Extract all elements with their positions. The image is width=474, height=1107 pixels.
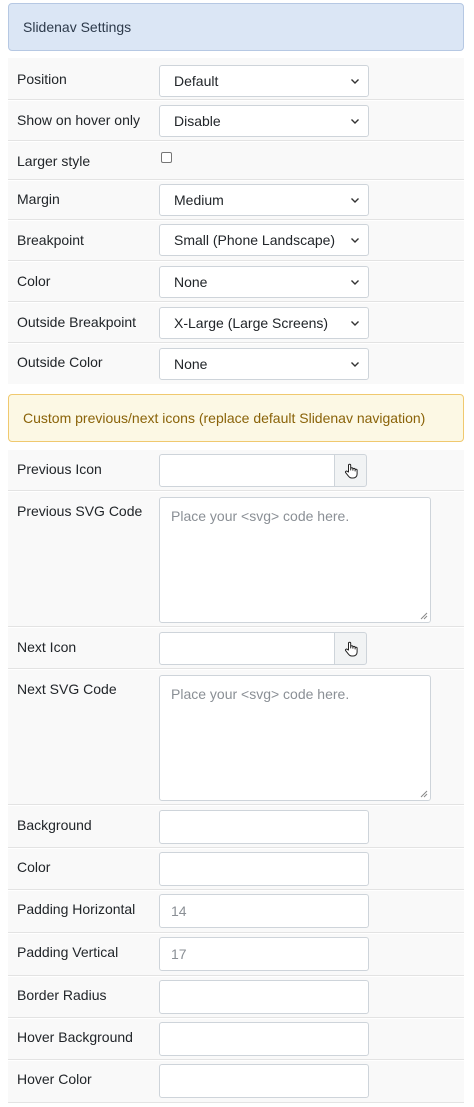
resize-grip-icon[interactable] — [420, 790, 428, 798]
resize-grip-icon[interactable] — [420, 612, 428, 620]
field-label: Larger style — [17, 153, 91, 169]
outside-color-select[interactable]: None — [159, 348, 369, 380]
notice-text: Custom previous/next icons (replace defa… — [23, 410, 426, 426]
field-label: Next SVG Code — [17, 681, 117, 697]
field-row-outside-breakpoint: Outside Breakpoint X-Large (Large Screen… — [8, 303, 464, 343]
previous-icon-input[interactable] — [159, 454, 335, 487]
field-row-hover-background: Hover Background — [8, 1019, 464, 1060]
panel-title: Slidenav Settings — [23, 19, 132, 35]
next-icon-pick-button[interactable] — [334, 632, 367, 665]
field-label: Outside Breakpoint — [17, 314, 137, 330]
color-select[interactable]: None — [159, 266, 369, 298]
previous-svg-textarea[interactable]: Place your <svg> code here. — [159, 497, 431, 623]
padding-vertical-input[interactable]: 17 — [159, 937, 369, 971]
field-row-border-radius: Border Radius — [8, 977, 464, 1018]
pointer-hand-icon — [344, 463, 358, 478]
field-row-show-on-hover: Show on hover only Disable — [8, 101, 464, 141]
next-svg-textarea[interactable]: Place your <svg> code here. — [159, 675, 431, 801]
next-icon-input[interactable] — [159, 632, 335, 665]
chevron-down-icon — [351, 198, 359, 203]
background-input[interactable] — [159, 810, 369, 844]
outside-breakpoint-select[interactable]: X-Large (Large Screens) — [159, 307, 369, 339]
field-row-background: Background — [8, 806, 464, 848]
field-row-padding-vertical: Padding Vertical 17 — [8, 934, 464, 976]
field-row-previous-icon: Previous Icon — [8, 450, 464, 491]
field-row-next-svg: Next SVG Code Place your <svg> code here… — [8, 670, 464, 805]
position-select[interactable]: Default — [159, 65, 369, 97]
select-value: None — [174, 274, 208, 290]
field-row-outside-color: Outside Color None — [8, 344, 464, 384]
show-on-hover-select[interactable]: Disable — [159, 105, 369, 137]
color-input[interactable] — [159, 852, 369, 886]
field-row-next-icon: Next Icon — [8, 628, 464, 669]
margin-select[interactable]: Medium — [159, 184, 369, 216]
field-row-color: Color None — [8, 262, 464, 302]
field-label: Previous SVG Code — [17, 503, 143, 519]
padding-horizontal-input[interactable]: 14 — [159, 894, 369, 928]
field-label: Next Icon — [17, 639, 77, 655]
field-label: Previous Icon — [17, 461, 102, 477]
field-row-larger-style: Larger style — [8, 142, 464, 180]
select-value: Default — [174, 73, 219, 89]
field-label: Background — [17, 817, 92, 833]
chevron-down-icon — [351, 79, 359, 84]
select-value: None — [174, 356, 208, 372]
field-row-style-color: Color — [8, 849, 464, 890]
field-label: Padding Vertical — [17, 944, 119, 960]
field-row-breakpoint: Breakpoint Small (Phone Landscape) — [8, 221, 464, 261]
textarea-placeholder: Place your <svg> code here. — [171, 686, 350, 702]
hover-background-input[interactable] — [159, 1022, 369, 1056]
select-value: Small (Phone Landscape) — [174, 232, 336, 248]
chevron-down-icon — [351, 362, 359, 367]
field-label: Hover Background — [17, 1029, 133, 1045]
field-row-previous-svg: Previous SVG Code Place your <svg> code … — [8, 492, 464, 627]
chevron-down-icon — [351, 119, 359, 124]
settings-panel-header: Slidenav Settings — [8, 3, 464, 51]
custom-icons-notice: Custom previous/next icons (replace defa… — [8, 394, 464, 442]
field-label: Hover Color — [17, 1071, 92, 1087]
field-row-margin: Margin Medium — [8, 181, 464, 220]
hover-color-input[interactable] — [159, 1064, 369, 1098]
field-label: Margin — [17, 191, 60, 207]
field-label: Show on hover only — [17, 112, 140, 128]
breakpoint-select[interactable]: Small (Phone Landscape) — [159, 224, 369, 256]
chevron-down-icon — [351, 238, 359, 243]
input-placeholder: 17 — [171, 946, 187, 962]
field-label: Padding Horizontal — [17, 901, 136, 917]
field-label: Color — [17, 273, 51, 289]
select-value: Medium — [174, 192, 224, 208]
field-row-position: Position Default — [8, 62, 464, 100]
field-label: Border Radius — [17, 987, 107, 1003]
field-label: Breakpoint — [17, 232, 84, 248]
field-label: Position — [17, 71, 67, 87]
select-value: Disable — [174, 113, 221, 129]
field-row-hover-color: Hover Color — [8, 1061, 464, 1103]
field-label: Color — [17, 859, 51, 875]
select-value: X-Large (Large Screens) — [174, 315, 329, 331]
pointer-hand-icon — [344, 641, 358, 656]
previous-icon-pick-button[interactable] — [334, 454, 367, 487]
textarea-placeholder: Place your <svg> code here. — [171, 508, 350, 524]
previous-icon-picker — [159, 454, 367, 487]
chevron-down-icon — [351, 280, 359, 285]
border-radius-input[interactable] — [159, 980, 369, 1014]
larger-style-checkbox[interactable] — [161, 152, 172, 163]
field-row-padding-horizontal: Padding Horizontal 14 — [8, 891, 464, 933]
field-label: Outside Color — [17, 354, 103, 370]
chevron-down-icon — [351, 321, 359, 326]
next-icon-picker — [159, 632, 367, 665]
input-placeholder: 14 — [171, 903, 187, 919]
